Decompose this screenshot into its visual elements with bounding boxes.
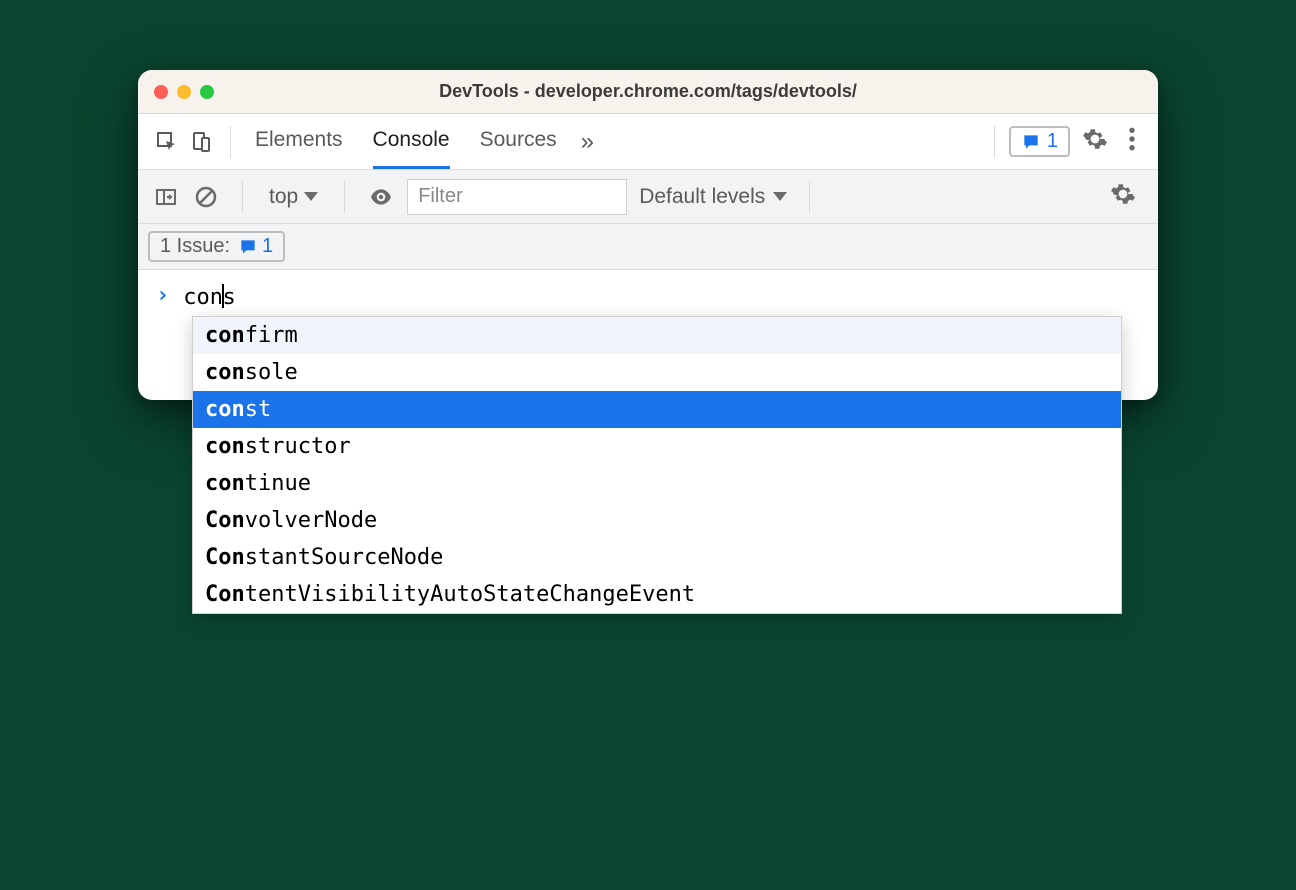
divider <box>344 181 345 213</box>
console-sidebar-toggle-icon[interactable] <box>152 183 180 211</box>
devtools-window: DevTools - developer.chrome.com/tags/dev… <box>138 70 1158 400</box>
speech-bubble-icon <box>1021 132 1041 152</box>
issues-chip[interactable]: 1 <box>1009 126 1070 157</box>
maximize-window-button[interactable] <box>200 85 214 99</box>
input-text-before: con <box>183 285 223 310</box>
issues-count: 1 <box>262 235 273 258</box>
console-settings-icon[interactable] <box>1102 177 1144 216</box>
filter-input[interactable] <box>407 179 627 215</box>
autocomplete-item[interactable]: const <box>193 391 1121 428</box>
titlebar: DevTools - developer.chrome.com/tags/dev… <box>138 70 1158 114</box>
console-toolbar: top Default levels <box>138 170 1158 224</box>
clear-console-icon[interactable] <box>192 183 220 211</box>
log-levels-select[interactable]: Default levels <box>639 185 787 209</box>
more-options-icon[interactable] <box>1120 122 1144 161</box>
main-toolbar: Elements Console Sources » 1 <box>138 114 1158 170</box>
console-prompt[interactable]: › cons <box>138 270 1158 320</box>
live-expression-icon[interactable] <box>367 183 395 211</box>
text-cursor <box>222 284 224 308</box>
issues-badge[interactable]: 1 Issue: 1 <box>148 231 285 262</box>
autocomplete-item[interactable]: confirm <box>193 317 1121 354</box>
divider <box>242 181 243 213</box>
close-window-button[interactable] <box>154 85 168 99</box>
device-toggle-icon[interactable] <box>186 127 216 157</box>
issues-chip-count: 1 <box>1047 130 1058 153</box>
settings-icon[interactable] <box>1074 122 1116 161</box>
tab-elements[interactable]: Elements <box>255 114 343 169</box>
console-input[interactable]: cons <box>183 280 236 310</box>
divider <box>809 181 810 213</box>
tab-console[interactable]: Console <box>373 114 450 169</box>
tab-sources[interactable]: Sources <box>480 114 557 169</box>
divider <box>230 126 231 158</box>
chevron-down-icon <box>304 192 318 201</box>
issues-row: 1 Issue: 1 <box>138 224 1158 270</box>
autocomplete-item[interactable]: constructor <box>193 428 1121 465</box>
chevron-down-icon <box>773 192 787 201</box>
execution-context-select[interactable]: top <box>265 185 322 209</box>
levels-label: Default levels <box>639 185 765 209</box>
inspect-element-icon[interactable] <box>152 127 182 157</box>
autocomplete-item[interactable]: console <box>193 354 1121 391</box>
input-text-after: s <box>223 285 236 310</box>
autocomplete-item[interactable]: ContentVisibilityAutoStateChangeEvent <box>193 576 1121 613</box>
prompt-chevron-icon: › <box>156 283 169 308</box>
window-title: DevTools - developer.chrome.com/tags/dev… <box>138 81 1158 102</box>
console-body: › cons confirmconsoleconstconstructorcon… <box>138 270 1158 400</box>
autocomplete-item[interactable]: ConvolverNode <box>193 502 1121 539</box>
autocomplete-popup: confirmconsoleconstconstructorcontinueCo… <box>192 316 1122 614</box>
autocomplete-item[interactable]: continue <box>193 465 1121 502</box>
speech-bubble-icon <box>238 237 258 257</box>
issues-text: 1 Issue: <box>160 235 230 258</box>
panel-tabs: Elements Console Sources <box>255 114 557 169</box>
context-label: top <box>269 185 298 209</box>
autocomplete-item[interactable]: ConstantSourceNode <box>193 539 1121 576</box>
minimize-window-button[interactable] <box>177 85 191 99</box>
divider <box>994 126 995 158</box>
traffic-lights <box>154 85 214 99</box>
more-tabs-button[interactable]: » <box>581 128 594 156</box>
